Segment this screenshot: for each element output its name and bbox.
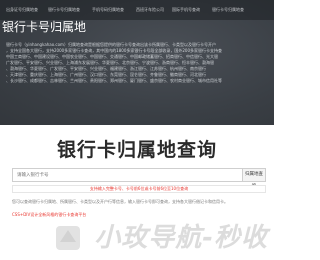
hero-banner: 出身证号归属地查 银行卡号归属地查 手机号码归属地查 西班牙车险公司 国际手机号…	[0, 0, 274, 125]
hero-description: 银行卡号（yinhangkahao.com）归属地查询是根据您提供的银行卡号查询…	[6, 42, 272, 122]
nav-item-id-card[interactable]: 出身证号归属地查	[6, 6, 44, 14]
bank-card-search-input[interactable]	[12, 168, 242, 182]
query-button[interactable]: 归属地查询	[242, 168, 266, 189]
nav-item-bank-card-2[interactable]: 银行卡号归属地查	[212, 6, 268, 14]
hero-title: 银行卡号归属地	[2, 20, 87, 34]
nav-item-insurance[interactable]: 西班牙车险公司	[136, 6, 166, 14]
input-notice: 支持输入完整卡号、卡号前6位或卡号前6位至10位查询	[12, 185, 266, 193]
top-navbar: 出身证号归属地查 银行卡号归属地查 手机号码归属地查 西班牙车险公司 国际手机号…	[0, 0, 274, 20]
page-title: 银行卡归属地查询	[56, 139, 217, 161]
watermark-logo-icon	[46, 220, 90, 256]
description-text: 您可以查询银行卡归属地、所属银行、卡类型以及开户行等信息，输入银行卡号即可查询，…	[12, 199, 228, 204]
nav-item-phone[interactable]: 手机号码归属地查	[92, 6, 130, 14]
watermark-text: 小玫导航-秒收	[94, 223, 268, 253]
hero-line: 、长沙银行、成都银行、吉林银行、兰州银行、贵阳银行、郑州银行、厦门银行、盛京银行…	[6, 78, 222, 83]
nav-item-intl-phone[interactable]: 国际手机号查询	[172, 6, 202, 14]
nav-item-bank-card[interactable]: 银行卡号归属地查	[48, 6, 86, 14]
watermark: 小玫导航-秒收	[46, 218, 268, 258]
